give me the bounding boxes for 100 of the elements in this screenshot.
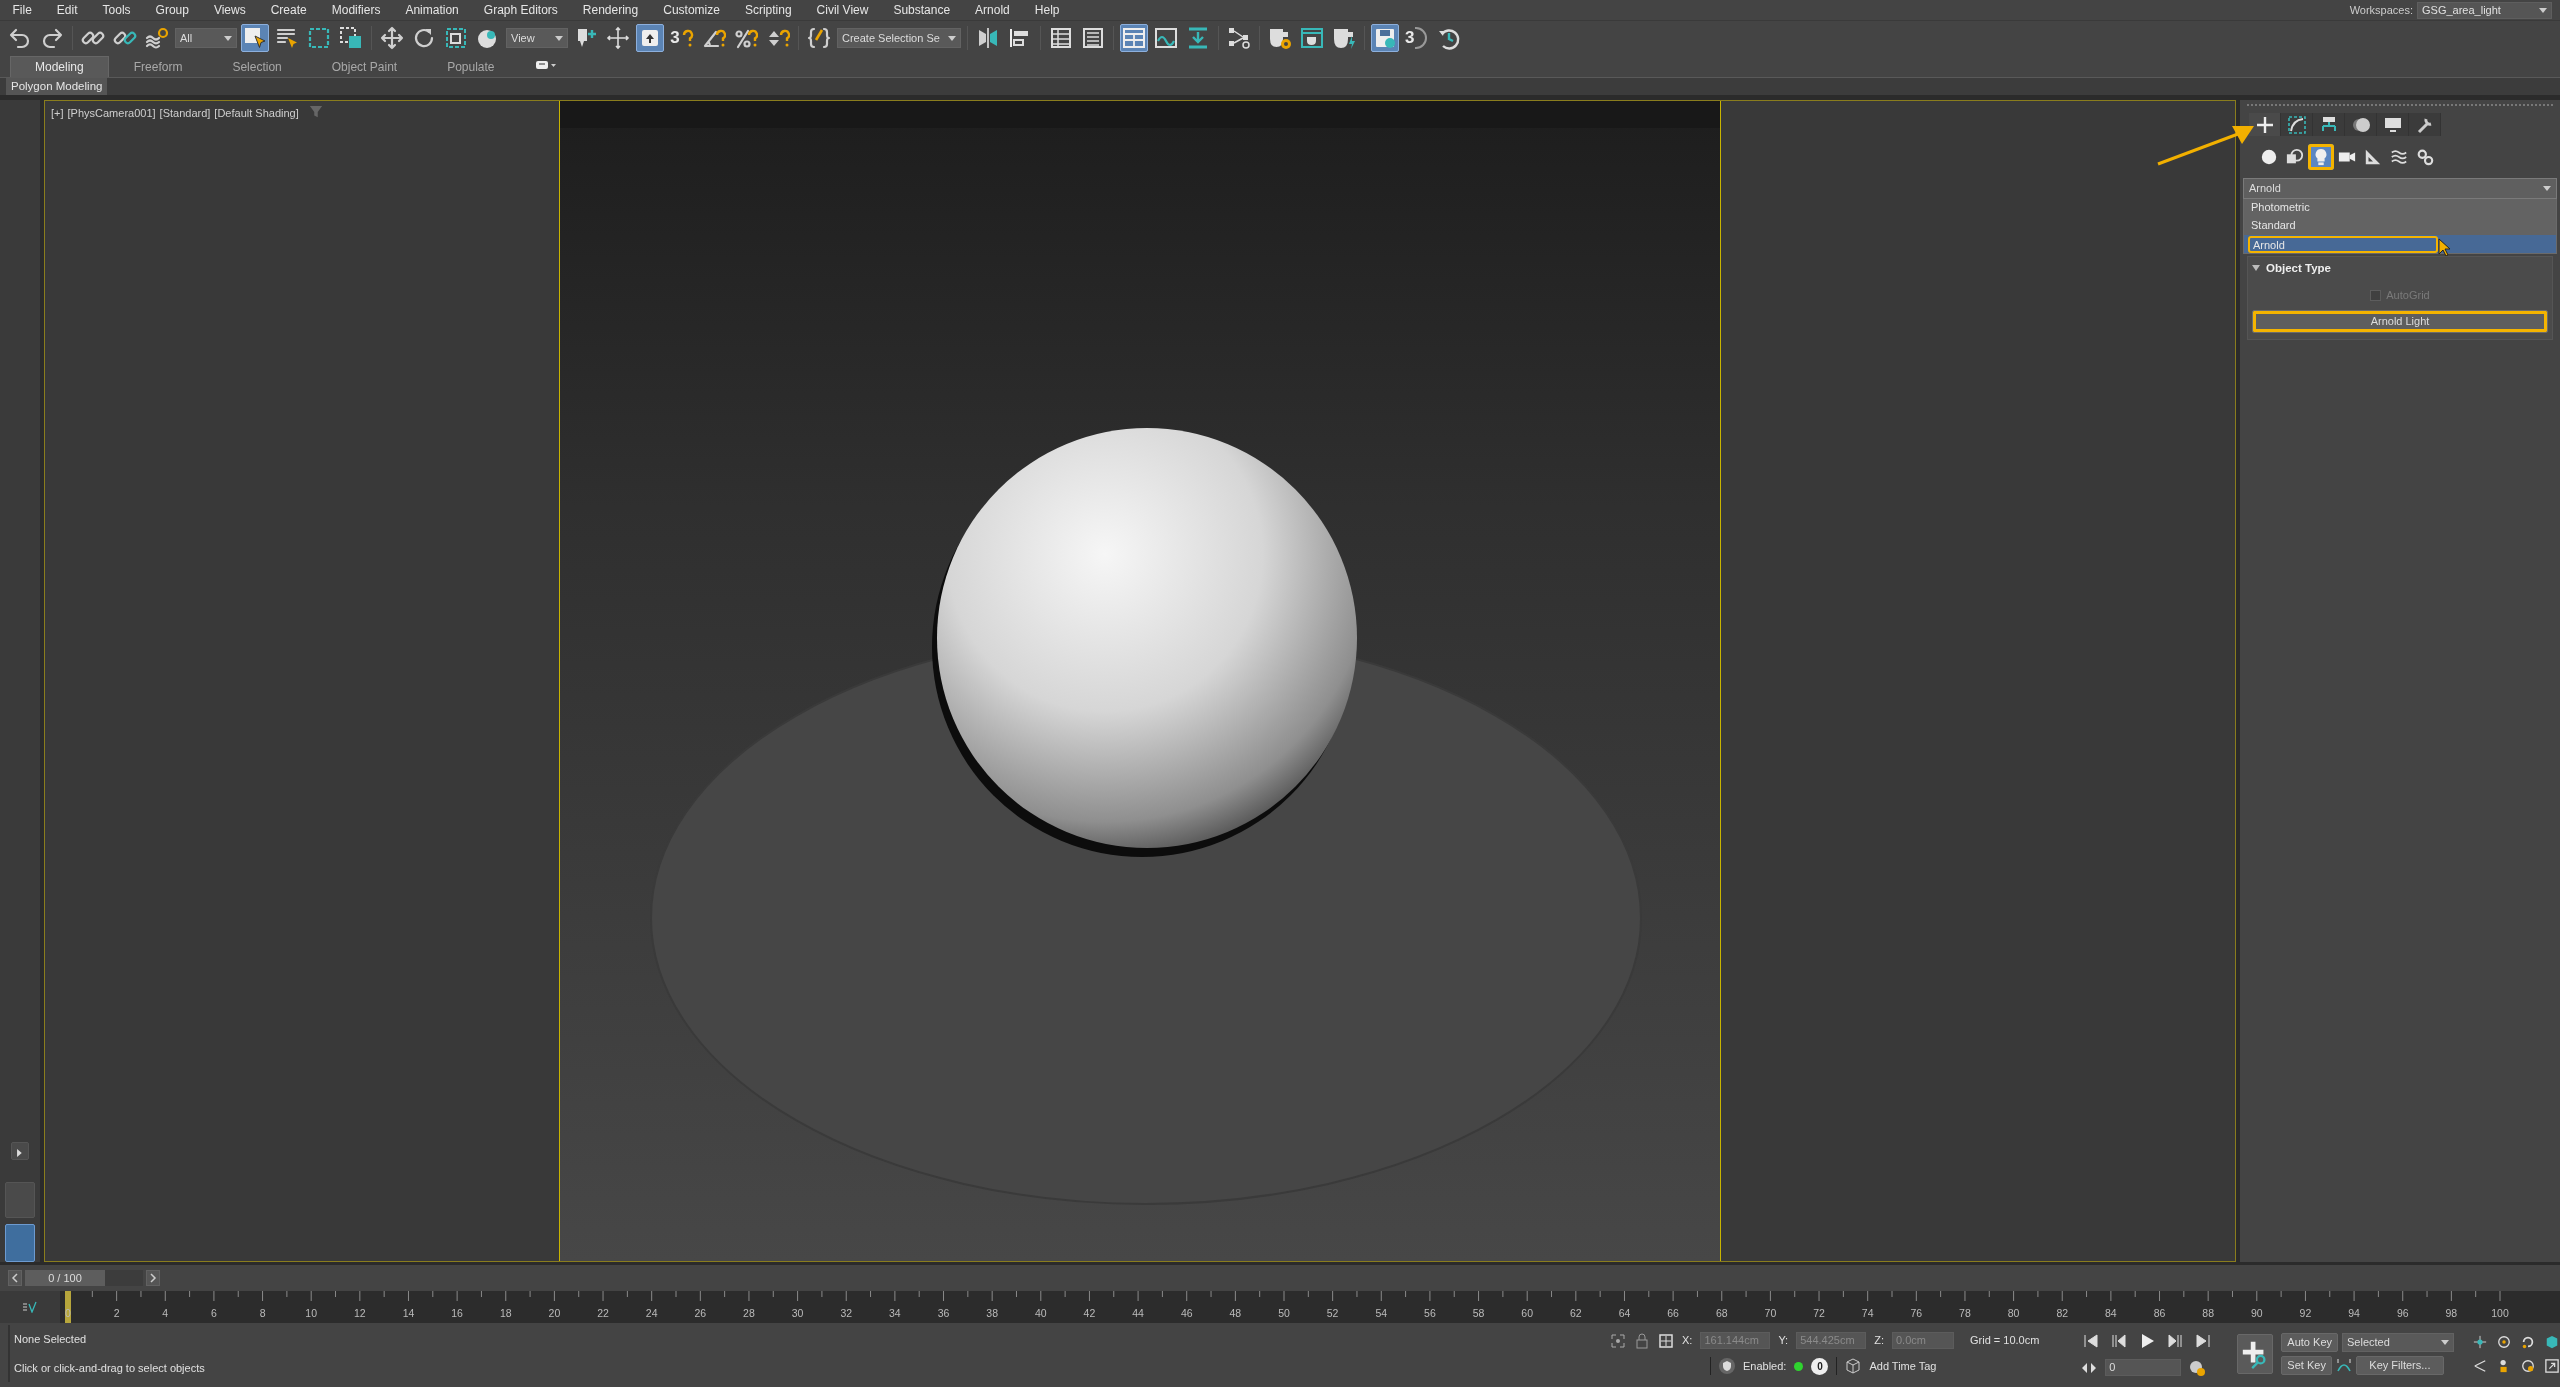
toolbar-dropdown[interactable]: View (506, 28, 568, 48)
menu-item[interactable]: Substance (880, 0, 963, 21)
toolbar-dropdown[interactable]: All (175, 28, 237, 48)
menu-item[interactable]: Help (1022, 0, 1072, 21)
chevron-left-icon (11, 1273, 19, 1284)
ribbon-tab[interactable]: Object Paint (306, 56, 423, 77)
menu-item[interactable]: Customize (650, 0, 733, 21)
auto-key-button[interactable]: Auto Key (2281, 1332, 2338, 1352)
move-button[interactable] (378, 24, 406, 52)
ribbon-button[interactable] (1119, 24, 1148, 52)
frame-number: 26 (694, 1306, 707, 1321)
panel-tab[interactable] (2313, 113, 2345, 136)
frame-number: 22 (597, 1306, 609, 1321)
cross-arrows-icon (606, 26, 630, 50)
view-navigation-button[interactable] (2472, 1333, 2488, 1350)
frame-number: 68 (1715, 1306, 1728, 1321)
enabled-indicator[interactable] (1794, 1361, 1804, 1371)
ribbon-tab[interactable]: Selection (207, 56, 307, 77)
frame-number: 6 (211, 1306, 217, 1321)
select-object-button[interactable] (241, 24, 269, 52)
panel-tab[interactable] (2345, 113, 2377, 136)
frame-number: 14 (402, 1306, 415, 1321)
frame-number: 84 (2105, 1306, 2117, 1321)
dropdown-option[interactable]: Standard (2244, 217, 2556, 235)
object-type-button[interactable]: Arnold Light (2252, 309, 2548, 333)
save-button[interactable] (1370, 24, 1399, 52)
expand-button[interactable] (11, 1142, 29, 1160)
menu-item[interactable]: Views (201, 0, 259, 21)
key-filters-button[interactable]: Key Filters... (2355, 1355, 2444, 1375)
panel-tab[interactable] (2249, 113, 2281, 136)
frame-number: 96 (2396, 1306, 2409, 1321)
caret-icon (2539, 7, 2547, 13)
set-key-mode-button[interactable]: Set Key (2281, 1355, 2332, 1375)
menu-item[interactable]: Rendering (570, 0, 651, 21)
toolbar-dropdown[interactable]: Create Selection Se (837, 28, 961, 48)
frame-number: 12 (354, 1306, 366, 1321)
viewport-label[interactable]: [Default Shading] (214, 105, 299, 122)
keyboard-button[interactable] (636, 24, 664, 52)
previous-frame-button[interactable] (8, 1270, 22, 1286)
window-crossing-icon (339, 26, 363, 50)
rollout-title[interactable]: Object Type (2266, 260, 2331, 278)
viewport-label[interactable]: [PhysCamera001] (67, 105, 156, 122)
menu-item[interactable]: Animation (392, 0, 472, 21)
frame-number: 80 (2007, 1306, 2020, 1321)
menu-item[interactable]: Scripting (732, 0, 805, 21)
view-navigation-button[interactable] (2472, 1357, 2488, 1374)
frame-number: 34 (889, 1306, 901, 1321)
panel-tab[interactable] (2377, 113, 2409, 136)
ribbon-panel-tab[interactable]: Polygon Modeling (6, 78, 108, 95)
frame-number: 50 (1278, 1306, 1290, 1321)
next-frame-button[interactable] (146, 1270, 160, 1286)
set-key-button[interactable] (2237, 1333, 2274, 1374)
workspaces-label: Workspaces: (2349, 2, 2413, 18)
auto-backup-button[interactable]: 3 (1402, 24, 1431, 52)
view-navigation-button[interactable] (2520, 1357, 2536, 1374)
view-navigation-button[interactable] (2544, 1357, 2560, 1374)
viewport-label[interactable]: [+] (51, 105, 64, 122)
dropdown-option[interactable]: Photometric (2244, 199, 2556, 217)
frame-number: 8 (259, 1306, 266, 1321)
menu-item[interactable]: File (0, 0, 45, 21)
manipulate-button[interactable] (604, 24, 632, 52)
menu-item[interactable]: Civil View (804, 0, 881, 21)
panel-tab[interactable] (2409, 113, 2441, 136)
dropdown-option[interactable]: Arnold (2244, 235, 2556, 253)
menu-item[interactable]: Modifiers (319, 0, 393, 21)
viewport-label[interactable]: [Standard] (159, 105, 211, 122)
frame-number: 42 (1083, 1306, 1096, 1321)
current-frame-field[interactable]: 0 (2105, 1359, 2182, 1376)
redo-icon (40, 26, 64, 50)
key-mode-dropdown[interactable]: Selected (2342, 1332, 2454, 1352)
shield-icon (1719, 1358, 1735, 1374)
menu-item[interactable]: Tools (90, 0, 144, 21)
frame-number: 28 (743, 1306, 755, 1321)
view-navigation-button[interactable] (2496, 1333, 2512, 1350)
menu-item[interactable]: Group (143, 0, 202, 21)
ribbon-tab[interactable]: Modeling (10, 56, 109, 77)
workspaces-dropdown[interactable]: GSG_area_light (2417, 1, 2552, 19)
ribbon-options-icon (535, 59, 556, 70)
frame-number: 88 (2202, 1306, 2214, 1321)
menu-item[interactable]: Arnold (962, 0, 1023, 21)
frame-number: 86 (2153, 1306, 2166, 1321)
axis-label: Y: (1778, 1333, 1789, 1349)
view-navigation-button[interactable] (2544, 1333, 2560, 1350)
menu-item[interactable]: Graph Editors (471, 0, 571, 21)
time-slider-thumb[interactable]: 0 / 100 (25, 1270, 105, 1286)
frame-number: 78 (1959, 1306, 1971, 1321)
frame-number: 60 (1521, 1306, 1534, 1321)
menu-item[interactable]: Edit (44, 0, 91, 21)
add-time-tag-link[interactable]: Add Time Tag (1869, 1357, 1937, 1375)
light-type-dropdown[interactable]: Arnold (2243, 178, 2557, 199)
frame-number: 62 (1570, 1306, 1582, 1321)
menu-item[interactable]: Create (258, 0, 320, 21)
table-icon (1048, 26, 1073, 50)
panel-tab[interactable] (2281, 113, 2313, 136)
snap-button[interactable]: 3 (668, 24, 696, 52)
curve-frame-icon (2286, 114, 2307, 135)
scale-icon (444, 26, 468, 50)
ribbon-tab[interactable]: Populate (422, 56, 520, 77)
ribbon-tab[interactable]: Freeform (108, 56, 208, 77)
sphere-icon (2260, 148, 2278, 166)
